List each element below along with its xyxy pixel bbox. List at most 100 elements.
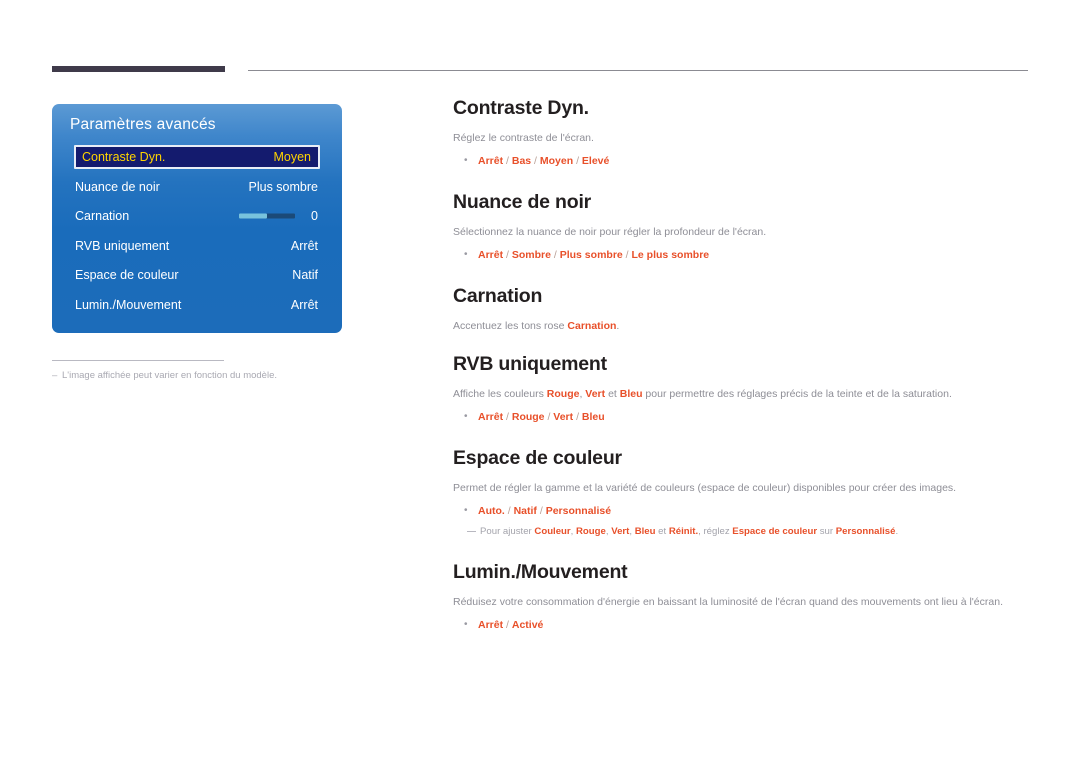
osd-slider-fill	[239, 213, 267, 219]
doc-option: Elevé	[581, 155, 610, 167]
osd-row-value: Arrêt	[290, 238, 318, 253]
doc-section-carnation: Carnation Accentuez les tons rose Carnati…	[453, 284, 1033, 334]
doc-text-fragment: sur	[817, 526, 836, 537]
doc-option-list-item: Auto. / Natif / Personnalisé	[453, 503, 1033, 519]
doc-term-highlight: Personnalisé	[835, 526, 896, 537]
doc-text-fragment: .	[616, 320, 620, 332]
doc-option-separator: /	[550, 249, 560, 261]
doc-option: Arrêt	[478, 411, 504, 423]
doc-option-separator: /	[503, 249, 512, 261]
doc-option: Sombre	[511, 249, 551, 261]
doc-option-list-item: Arrêt / Sombre / Plus sombre / Le plus s…	[453, 247, 1033, 263]
doc-section-description: Affiche les couleurs Rouge, Vert et Bleu…	[453, 387, 1033, 402]
doc-text-fragment: Pour ajuster	[480, 526, 535, 537]
doc-section-heading: Contraste Dyn.	[453, 97, 589, 119]
doc-text-fragment: pour permettre des réglages précis de la…	[642, 388, 952, 400]
osd-row-carnation[interactable]: Carnation 0	[52, 204, 342, 228]
osd-row-label: Espace de couleur	[75, 268, 179, 282]
osd-footnote: ‒ L'image affichée peut varier en fonctio…	[52, 369, 352, 383]
doc-option: Natif	[513, 505, 537, 517]
doc-section-heading: Lumin./Mouvement	[453, 561, 628, 583]
doc-option: Arrêt	[478, 249, 504, 261]
doc-option: Le plus sombre	[631, 249, 710, 261]
doc-text-fragment: , réglez	[698, 526, 733, 537]
doc-option: Auto.	[478, 505, 505, 517]
doc-section-heading: Carnation	[453, 285, 543, 307]
doc-text-fragment: et	[605, 388, 620, 400]
doc-option: Personnalisé	[545, 505, 612, 517]
doc-option-separator: /	[503, 619, 512, 631]
doc-section-heading: Nuance de noir	[453, 191, 592, 213]
doc-option-separator: /	[531, 155, 540, 167]
osd-row-label: Lumin./Mouvement	[75, 297, 182, 312]
doc-option-separator: /	[573, 155, 582, 167]
osd-row-espace-de-couleur[interactable]: Espace de couleur Natif	[52, 263, 342, 287]
doc-term-highlight: Rouge	[576, 526, 606, 537]
doc-text-fragment: .	[895, 526, 899, 537]
doc-section-espace-de-couleur: Espace de couleur Permet de régler la gam…	[453, 446, 1033, 539]
doc-term-highlight: Réinit.	[668, 526, 699, 537]
osd-row-nuance-de-noir[interactable]: Nuance de noir Plus sombre	[52, 175, 342, 199]
osd-row-slider[interactable]	[239, 213, 295, 219]
doc-option-list: Arrêt / Sombre / Plus sombre / Le plus s…	[453, 247, 1033, 263]
doc-section-description: Sélectionnez la nuance de noir pour régl…	[453, 226, 767, 238]
doc-option-list: Auto. / Natif / Personnalisé	[453, 503, 1033, 519]
doc-option: Rouge	[511, 411, 545, 423]
doc-term-highlight: Couleur	[534, 526, 571, 537]
osd-row-lumin-mouvement[interactable]: Lumin./Mouvement Arrêt	[52, 293, 342, 317]
header-rule-thick	[52, 66, 225, 72]
doc-section-rvb-uniquement: RVB uniquement Affiche les couleurs Rouge…	[453, 352, 1033, 425]
doc-text-fragment: Affiche les couleurs	[453, 388, 547, 400]
doc-section-description: Accentuez les tons rose Carnation.	[453, 319, 1033, 334]
osd-row-value: Plus sombre	[248, 179, 318, 194]
osd-row-label: Contraste Dyn.	[82, 150, 166, 164]
doc-term-highlight: Carnation	[567, 320, 617, 332]
documentation-column: Contraste Dyn. Réglez le contraste de l'é…	[453, 96, 1033, 633]
doc-term-highlight: Vert	[585, 388, 606, 400]
doc-option-separator: /	[504, 505, 514, 517]
footnote-text: L'image affichée peut varier en fonction…	[62, 370, 277, 381]
doc-option-list-item: Arrêt / Activé	[453, 617, 1033, 633]
doc-subnote: Pour ajuster Couleur, Rouge, Vert, Bleu …	[453, 525, 1033, 539]
doc-option-list-item: Arrêt / Rouge / Vert / Bleu	[453, 409, 1033, 425]
doc-option-list: Arrêt / Bas / Moyen / Elevé	[453, 153, 1033, 169]
osd-row-contraste-dyn[interactable]: Contraste Dyn. Moyen	[74, 145, 320, 169]
doc-term-highlight: Rouge	[546, 388, 580, 400]
doc-section-heading: RVB uniquement	[453, 353, 607, 375]
osd-row-value: Natif	[292, 268, 318, 282]
doc-term-highlight: Vert	[611, 526, 630, 537]
doc-option: Arrêt	[478, 619, 504, 631]
doc-option-list: Arrêt / Rouge / Vert / Bleu	[453, 409, 1033, 425]
doc-option: Arrêt	[478, 155, 504, 167]
footnote-divider	[52, 360, 224, 361]
doc-option-list-item: Arrêt / Bas / Moyen / Elevé	[453, 153, 1033, 169]
osd-row-value: Arrêt	[290, 297, 318, 312]
doc-option: Vert	[553, 411, 574, 423]
subnote-dash-icon	[467, 531, 476, 533]
doc-term-highlight: Bleu	[619, 388, 643, 400]
doc-term-highlight: Espace de couleur	[732, 526, 818, 537]
doc-option-separator: /	[544, 411, 554, 423]
doc-section-description: Réglez le contraste de l'écran.	[453, 132, 594, 144]
osd-row-value: 0	[311, 209, 318, 223]
doc-option: Activé	[511, 619, 544, 631]
doc-section-lumin-mouvement: Lumin./Mouvement Réduisez votre consommat…	[453, 560, 1033, 633]
doc-text-fragment: Accentuez les tons rose	[453, 320, 568, 332]
doc-term-highlight: Bleu	[634, 526, 656, 537]
doc-section-description: Réduisez votre consommation d'énergie en…	[453, 596, 1003, 608]
doc-section-heading: Espace de couleur	[453, 447, 622, 469]
osd-row-value: Moyen	[273, 150, 311, 164]
osd-menu-title: Paramètres avancés	[70, 116, 216, 133]
doc-option-separator: /	[573, 411, 582, 423]
osd-menu-panel: Paramètres avancés Contraste Dyn. Moyen Nu…	[52, 104, 342, 333]
doc-text-fragment: et	[655, 526, 669, 537]
doc-option-separator: /	[503, 411, 512, 423]
doc-option-separator: /	[622, 249, 632, 261]
doc-section-contraste-dyn: Contraste Dyn. Réglez le contraste de l'é…	[453, 96, 1033, 169]
footnote-dash-icon: ‒	[52, 370, 58, 381]
osd-row-rvb-uniquement[interactable]: RVB uniquement Arrêt	[52, 234, 342, 258]
